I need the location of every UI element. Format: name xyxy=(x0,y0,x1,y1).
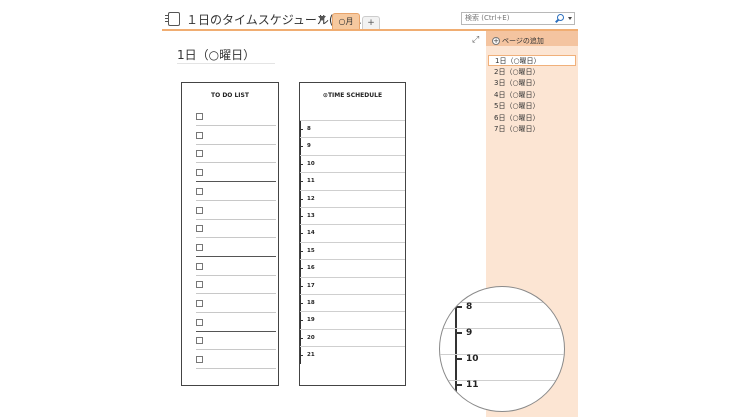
schedule-hour-row[interactable]: 21 xyxy=(300,346,405,364)
page-list-item[interactable]: 3日（○曜日） xyxy=(488,78,576,89)
todo-checkbox[interactable] xyxy=(196,225,203,233)
hour-label: 21 xyxy=(307,352,315,359)
schedule-hour-row[interactable]: 8 xyxy=(300,120,405,138)
search-input[interactable]: 検索 (Ctrl+E) xyxy=(461,12,575,25)
hour-label: 9 xyxy=(307,143,311,150)
page-list-item[interactable]: 4日（○曜日） xyxy=(488,90,576,101)
todo-item[interactable] xyxy=(196,238,276,257)
magnified-hour-label: 8 xyxy=(466,302,473,312)
onenote-window: １日のタイムスケジュール(TO ... ○月 + 検索 (Ctrl+E) ⤢ 1… xyxy=(162,0,578,417)
hour-tick xyxy=(455,384,462,386)
schedule-hour-row[interactable]: 19 xyxy=(300,311,405,330)
magnified-hour-row: 8 xyxy=(440,302,564,328)
notebook-icon[interactable] xyxy=(165,12,180,26)
schedule-hour-row[interactable]: 20 xyxy=(300,328,405,347)
page-list-item[interactable]: 5日（○曜日） xyxy=(488,101,576,112)
hour-label: 16 xyxy=(307,265,315,272)
search-scope-chevron-icon[interactable] xyxy=(568,17,572,20)
todo-list-panel: TO DO LIST xyxy=(181,82,279,386)
schedule-hour-row[interactable]: 17 xyxy=(300,276,405,295)
todo-item[interactable] xyxy=(196,275,276,295)
schedule-hour-row[interactable]: 13 xyxy=(300,207,405,225)
todo-item[interactable] xyxy=(196,294,276,313)
schedule-hour-row[interactable]: 12 xyxy=(300,189,405,208)
todo-checkbox[interactable] xyxy=(196,131,203,139)
todo-checkbox[interactable] xyxy=(196,169,203,177)
hour-tick xyxy=(455,306,462,308)
time-schedule-panel: ⊙TIME SCHEDULE 8 9 10 11 12 13 14 15 16 17 18 19 20 2… xyxy=(299,82,406,386)
title-bar: １日のタイムスケジュール(TO ... ○月 + 検索 (Ctrl+E) xyxy=(162,0,578,31)
hour-label: 11 xyxy=(307,178,315,185)
tab-month[interactable]: ○月 xyxy=(332,13,360,29)
schedule-hour-row[interactable]: 9 xyxy=(300,137,405,156)
todo-checkbox[interactable] xyxy=(196,281,203,289)
add-page-label: ページの追加 xyxy=(502,37,544,45)
hour-label: 17 xyxy=(307,282,315,289)
todo-checkbox[interactable] xyxy=(196,262,203,270)
magnified-hour-row: 9 xyxy=(440,328,564,354)
hour-label: 20 xyxy=(307,334,315,341)
add-page-button[interactable]: + ページの追加 xyxy=(492,36,544,46)
hour-label: 18 xyxy=(307,300,315,306)
todo-item[interactable] xyxy=(196,107,276,126)
page-list-item[interactable]: 1日（○曜日） xyxy=(488,55,576,66)
todo-checkbox[interactable] xyxy=(196,206,203,214)
todo-item[interactable] xyxy=(196,219,276,239)
todo-item[interactable] xyxy=(196,126,276,145)
page-title[interactable]: 1日（○曜日） xyxy=(177,46,255,63)
todo-checkbox[interactable] xyxy=(196,318,203,326)
todo-checkbox[interactable] xyxy=(196,356,203,364)
todo-heading: TO DO LIST xyxy=(211,92,249,99)
todo-checkbox[interactable] xyxy=(196,337,203,345)
magnifier-callout: 8 9 10 11 xyxy=(439,286,565,412)
todo-checkbox[interactable] xyxy=(196,113,203,120)
magnified-hour-label: 11 xyxy=(466,380,479,390)
todo-item[interactable] xyxy=(196,257,276,276)
hour-label: 15 xyxy=(307,247,315,254)
todo-item[interactable] xyxy=(196,182,276,201)
todo-checkbox[interactable] xyxy=(196,187,203,195)
hour-label: 19 xyxy=(307,317,315,324)
todo-checkbox[interactable] xyxy=(196,243,203,251)
expand-icon[interactable]: ⤢ xyxy=(472,35,479,45)
page-list-item[interactable]: 6日（○曜日） xyxy=(488,113,576,124)
todo-checkbox[interactable] xyxy=(196,300,203,307)
hour-label: 14 xyxy=(307,230,315,237)
hour-label: 10 xyxy=(307,160,315,167)
hour-tick xyxy=(455,358,462,360)
plus-icon: + xyxy=(492,37,500,45)
schedule-hour-row[interactable]: 14 xyxy=(300,224,405,243)
todo-checkbox[interactable] xyxy=(196,150,203,158)
hour-label: 8 xyxy=(307,126,311,132)
todo-item[interactable] xyxy=(196,313,276,332)
todo-item[interactable] xyxy=(196,144,276,164)
magnified-hour-label: 10 xyxy=(466,354,479,364)
hour-label: 12 xyxy=(307,195,315,202)
schedule-hour-row[interactable]: 18 xyxy=(300,294,405,312)
page-list-item[interactable]: 7日（○曜日） xyxy=(488,124,576,135)
magnified-hour-row: 10 xyxy=(440,354,564,380)
schedule-hour-row[interactable]: 10 xyxy=(300,154,405,173)
title-divider xyxy=(177,63,275,64)
todo-item[interactable] xyxy=(196,201,276,220)
page-list-item[interactable]: 2日（○曜日） xyxy=(488,67,576,78)
todo-item[interactable] xyxy=(196,163,276,183)
schedule-hour-row[interactable]: 16 xyxy=(300,259,405,277)
magnified-hour-label: 9 xyxy=(466,328,473,338)
search-icon[interactable] xyxy=(557,14,564,21)
chevron-down-icon[interactable] xyxy=(318,16,326,21)
add-section-tab[interactable]: + xyxy=(362,16,380,29)
hour-label: 13 xyxy=(307,213,315,219)
schedule-hour-row[interactable]: 15 xyxy=(300,241,405,260)
magnified-hour-row: 11 xyxy=(440,380,564,406)
schedule-hour-row[interactable]: 11 xyxy=(300,172,405,190)
schedule-heading: ⊙TIME SCHEDULE xyxy=(322,92,383,99)
search-placeholder: 検索 (Ctrl+E) xyxy=(465,14,510,22)
todo-item[interactable] xyxy=(196,350,276,370)
todo-item[interactable] xyxy=(196,331,276,351)
hour-tick xyxy=(455,332,462,334)
